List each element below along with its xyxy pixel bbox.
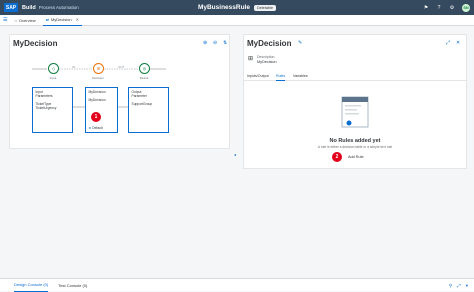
editor-tabbar: ☰ ⌂ Overview ⇄ MyDecision ✕ — [0, 15, 474, 26]
input-node-label: Input — [49, 76, 57, 80]
details-tabs: Inputs/Output Rules Variables — [244, 73, 466, 81]
input-node[interactable]: ◇ — [48, 63, 59, 74]
splitter-handle[interactable]: ◂ — [234, 152, 236, 157]
brand-subtitle: Process Automation — [38, 5, 79, 10]
brand-name[interactable]: Build — [22, 5, 36, 11]
step-badge-2: 2 — [332, 152, 342, 162]
decision-icon: ⇄ — [45, 17, 49, 22]
empty-state-text: A rule is either a decision table or a s… — [317, 145, 393, 149]
decision-item[interactable]: MyDecision — [89, 98, 115, 102]
decision-diagram-panel: MyDecision ⊕ ⊖ ⇅ IN OUT ◇ Input ⊞ Decisi… — [9, 34, 230, 149]
tab-design-console[interactable]: Design Console (0) — [14, 279, 49, 292]
tab-inputs-output[interactable]: Inputs/Output — [247, 74, 269, 78]
parameter-item[interactable]: SupportGroup — [132, 102, 166, 106]
decision-node[interactable]: ⊞ — [93, 63, 104, 74]
help-icon[interactable]: ? — [436, 5, 442, 11]
tab-variables[interactable]: Variables — [293, 74, 308, 78]
step-badge-1: 1 — [91, 112, 101, 122]
sap-logo[interactable]: SAP — [4, 3, 18, 12]
console-actions: ⚲ ⤢ ▾ — [449, 279, 468, 292]
default-label: Default — [92, 125, 103, 130]
result-node[interactable]: ◎ — [139, 63, 150, 74]
empty-state-illustration — [341, 96, 369, 128]
decision-type-icon: ⊞ — [248, 56, 254, 62]
close-icon[interactable]: ✕ — [76, 17, 79, 22]
empty-state-title: No Rules added yet — [329, 138, 381, 144]
console-bar: Design Console (0) Test Console (0) ⚲ ⤢ … — [0, 278, 474, 292]
decision-node-label: Decision — [92, 76, 104, 80]
tab-label: MyDecision — [50, 17, 72, 22]
overview-icon: ⌂ — [14, 17, 17, 23]
input-parameters-box[interactable]: Input Parameters TicketType TicketUrgenc… — [32, 87, 73, 133]
shell-bar: SAP Build Process Automation — [0, 0, 474, 15]
menu-icon[interactable]: ☰ — [3, 17, 7, 23]
shell-actions: ⚑ ? ⚙ SN — [423, 0, 470, 15]
default-icon: ⚙ — [88, 125, 92, 130]
description-value: MyDecision — [257, 60, 277, 64]
tab-rules[interactable]: Rules — [276, 74, 286, 81]
add-rule-button[interactable]: Add Rule — [345, 154, 367, 160]
tab-label: Overview — [18, 17, 36, 23]
parameter-item[interactable]: TicketUrgency — [36, 106, 70, 110]
edit-icon[interactable]: ✎ — [298, 40, 302, 46]
decision-details-panel: MyDecision ✎ ⤢ ✕ ⊞ Description MyDecisio… — [243, 34, 467, 169]
description-label: Description — [257, 55, 275, 59]
notifications-icon[interactable]: ⚑ — [423, 5, 429, 11]
output-parameter-box[interactable]: Output Parameter SupportGroup — [128, 87, 169, 133]
maximize-icon[interactable]: ⤢ — [457, 283, 461, 288]
avatar[interactable]: SN — [462, 3, 470, 12]
tab-mydecision[interactable]: ⇄ MyDecision ✕ — [42, 15, 82, 26]
decision-box[interactable]: MyDecision MyDecision ⚙ Default — [85, 87, 118, 133]
tab-overview[interactable]: ⌂ Overview — [11, 15, 38, 26]
close-panel-icon[interactable]: ✕ — [456, 40, 460, 46]
default-row: ⚙ Default — [89, 126, 103, 130]
details-title: MyDecision — [247, 39, 292, 48]
result-node-label: Result — [139, 76, 149, 80]
tab-test-console[interactable]: Test Console (0) — [58, 279, 87, 292]
minimize-icon[interactable]: ▾ — [466, 283, 468, 289]
pin-icon[interactable]: ⚲ — [449, 283, 452, 289]
expand-icon[interactable]: ⤢ — [446, 40, 450, 46]
link-in-label: IN — [72, 65, 75, 69]
settings-icon[interactable]: ⚙ — [449, 5, 455, 11]
link-out-label: OUT — [118, 65, 125, 69]
